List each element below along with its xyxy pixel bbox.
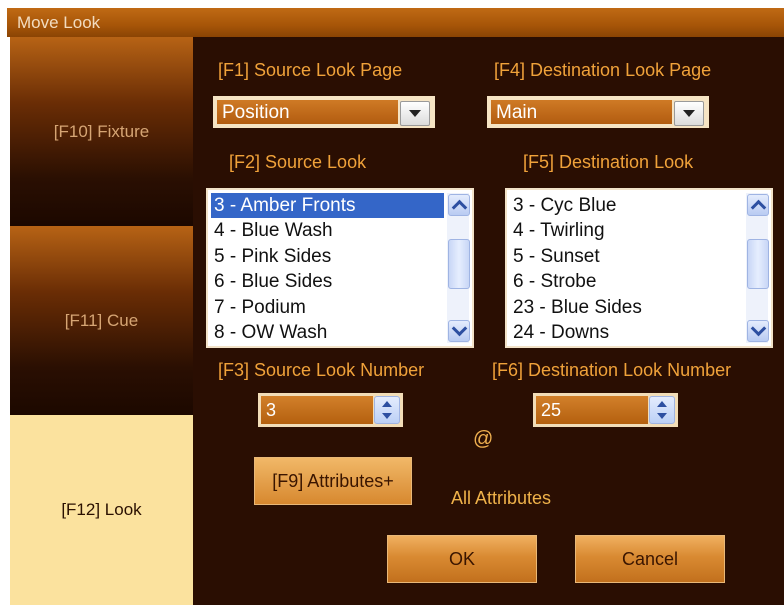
spinner-arrows-icon[interactable] [649,396,675,424]
cancel-button[interactable]: Cancel [575,535,725,583]
destination-look-list[interactable]: 3 - Cyc Blue 4 - Twirling 5 - Sunset 6 -… [505,188,773,348]
list-item[interactable]: 3 - Amber Fronts [211,193,444,219]
attributes-button-label: [F9] Attributes+ [272,470,394,491]
list-item[interactable]: 23 - Blue Sides [510,295,743,320]
window-title: Move Look [17,13,101,32]
dropdown-arrow-icon[interactable] [674,101,704,126]
source-page-value: Position [217,100,398,124]
destination-page-label: [F4] Destination Look Page [494,60,712,80]
source-page-label: [F1] Source Look Page [218,60,403,80]
list-item[interactable]: 7 - Podium [211,295,444,320]
dropdown-arrow-icon[interactable] [400,101,430,126]
sidebar-item-cue[interactable]: [F11] Cue [10,226,193,415]
sidebar-item-fixture[interactable]: [F10] Fixture [10,37,193,226]
sidebar-item-label: [F11] Cue [64,310,139,330]
list-item[interactable]: 6 - Strobe [510,269,743,294]
scroll-thumb[interactable] [448,239,470,289]
destination-number-spinner[interactable]: 25 [533,393,678,427]
list-item[interactable]: 24 - Downs [510,320,743,345]
list-item[interactable]: 3 - Cyc Blue [510,193,743,218]
spinner-arrows-icon[interactable] [374,396,400,424]
scroll-down-icon[interactable] [747,320,769,342]
scroll-thumb[interactable] [747,239,769,289]
source-number-label: [F3] Source Look Number [218,360,425,380]
source-number-value[interactable]: 3 [261,396,373,424]
at-symbol: @ [473,428,494,450]
list-item[interactable]: 4 - Blue Wash [211,218,444,243]
cancel-button-label: Cancel [621,548,679,569]
source-page-dropdown[interactable]: Position [213,96,435,128]
ok-button-label: OK [448,548,475,569]
attributes-status: All Attributes [451,488,552,508]
source-list-scrollbar[interactable] [447,193,470,343]
ok-button[interactable]: OK [387,535,537,583]
list-item[interactable]: 4 - Twirling [510,218,743,243]
source-number-spinner[interactable]: 3 [258,393,403,427]
attributes-button[interactable]: [F9] Attributes+ [254,457,412,505]
source-look-label: [F2] Source Look [229,152,367,172]
list-item[interactable]: 5 - Pink Sides [211,244,444,269]
list-item[interactable]: 5 - Sunset [510,244,743,269]
list-item[interactable]: 6 - Blue Sides [211,269,444,294]
scroll-down-icon[interactable] [448,320,470,342]
sidebar-item-look[interactable]: [F12] Look [10,415,193,605]
destination-look-label: [F5] Destination Look [523,152,694,172]
list-item[interactable]: 8 - OW Wash [211,320,444,345]
destination-list-scrollbar[interactable] [746,193,769,343]
destination-page-value: Main [491,100,672,124]
window-title-bar: Move Look [7,8,784,37]
destination-number-label: [F6] Destination Look Number [492,360,732,380]
scroll-up-icon[interactable] [448,194,470,216]
sidebar-item-label: [F12] Look [61,500,142,519]
source-look-list[interactable]: 3 - Amber Fronts 4 - Blue Wash 5 - Pink … [206,188,474,348]
destination-page-dropdown[interactable]: Main [487,96,709,128]
destination-number-value[interactable]: 25 [536,396,648,424]
sidebar-item-label: [F10] Fixture [53,121,150,141]
scroll-up-icon[interactable] [747,194,769,216]
